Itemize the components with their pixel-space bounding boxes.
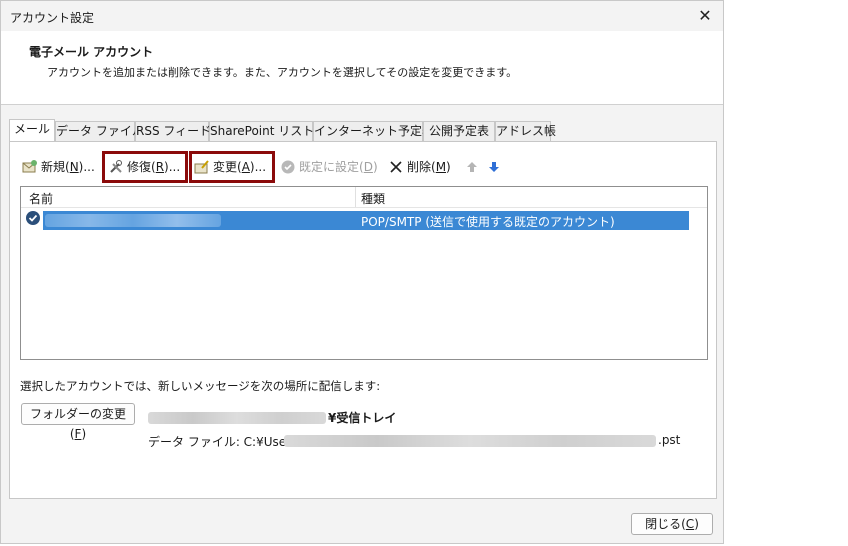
data-file-path-redacted bbox=[284, 435, 656, 447]
change-highlight-box bbox=[189, 151, 275, 183]
header-title: 電子メール アカウント bbox=[29, 45, 154, 59]
data-file-prefix: データ ファイル: C:¥Users¥ bbox=[148, 435, 305, 449]
set-default-label: 既定に設定( bbox=[299, 160, 364, 174]
header-description: アカウントを追加または削除できます。また、アカウントを選択してその設定を変更でき… bbox=[47, 66, 518, 79]
tab-address-books[interactable]: アドレス帳 bbox=[495, 121, 556, 141]
move-up-button[interactable] bbox=[464, 156, 483, 178]
set-default-tail: ) bbox=[372, 160, 378, 174]
delete-label: 削除( bbox=[407, 160, 436, 174]
arrow-up-icon bbox=[464, 159, 480, 175]
mail-tab-panel: 新規(N)... 修復(R)... 変更(A)... 既定に設定(D) bbox=[9, 141, 717, 499]
close-button[interactable]: 閉じる(C) bbox=[631, 513, 713, 535]
inbox-folder-suffix: ¥受信トレイ bbox=[328, 411, 397, 425]
tab-mail[interactable]: メール bbox=[9, 119, 55, 141]
set-default-button[interactable]: 既定に設定(D) bbox=[280, 156, 378, 178]
change-folder-tail: ) bbox=[81, 427, 87, 441]
column-separator bbox=[355, 187, 356, 207]
inbox-path-redacted bbox=[148, 412, 326, 424]
tab-internet-calendars[interactable]: インターネット予定表 bbox=[313, 121, 434, 141]
close-icon[interactable]: ✕ bbox=[691, 3, 719, 29]
account-row[interactable]: POP/SMTP (送信で使用する既定のアカウント) bbox=[43, 211, 689, 230]
move-down-button[interactable] bbox=[486, 156, 505, 178]
close-accel: C bbox=[685, 517, 695, 531]
data-file-extension: .pst bbox=[658, 433, 681, 447]
column-header-name[interactable]: 名前 bbox=[29, 190, 53, 207]
column-header-type[interactable]: 種類 bbox=[361, 190, 385, 207]
new-accel: N bbox=[69, 160, 79, 174]
new-button[interactable]: 新規(N)... bbox=[22, 156, 95, 178]
account-list[interactable]: 名前 種類 POP/SMTP (送信で使用する既定のアカウント) bbox=[20, 186, 708, 360]
delete-tail: ) bbox=[446, 160, 451, 174]
title-bar: アカウント設定 ✕ bbox=[1, 1, 723, 31]
account-name-redacted bbox=[45, 214, 221, 227]
new-label: 新規( bbox=[41, 160, 70, 174]
new-account-icon bbox=[22, 159, 38, 175]
account-type: POP/SMTP (送信で使用する既定のアカウント) bbox=[361, 215, 615, 229]
default-account-check-icon bbox=[26, 211, 40, 225]
delivery-location-label: 選択したアカウントでは、新しいメッセージを次の場所に配信します: bbox=[20, 379, 381, 393]
set-default-accel: D bbox=[363, 160, 373, 174]
check-circle-icon bbox=[280, 159, 296, 175]
close-tail: ) bbox=[694, 517, 699, 531]
tab-data-files[interactable]: データ ファイル bbox=[55, 121, 144, 141]
tab-published-calendars[interactable]: 公開予定表 bbox=[423, 121, 495, 141]
header-panel: 電子メール アカウント アカウントを追加または削除できます。また、アカウントを選… bbox=[1, 31, 723, 105]
arrow-down-icon bbox=[486, 159, 502, 175]
close-label: 閉じる( bbox=[645, 517, 686, 531]
delete-accel: M bbox=[435, 160, 447, 174]
delete-button[interactable]: 削除(M) bbox=[388, 156, 451, 178]
window-title: アカウント設定 bbox=[10, 11, 95, 25]
account-settings-window: アカウント設定 ✕ 電子メール アカウント アカウントを追加または削除できます。… bbox=[0, 0, 724, 544]
tab-sharepoint-lists[interactable]: SharePoint リスト bbox=[209, 121, 314, 141]
change-folder-button[interactable]: フォルダーの変更(F) bbox=[21, 403, 135, 441]
list-header: 名前 種類 bbox=[21, 187, 707, 208]
new-tail: )... bbox=[78, 160, 95, 174]
tab-rss-feeds[interactable]: RSS フィード bbox=[135, 121, 211, 141]
delete-x-icon bbox=[388, 159, 404, 175]
repair-highlight-box bbox=[102, 151, 188, 183]
